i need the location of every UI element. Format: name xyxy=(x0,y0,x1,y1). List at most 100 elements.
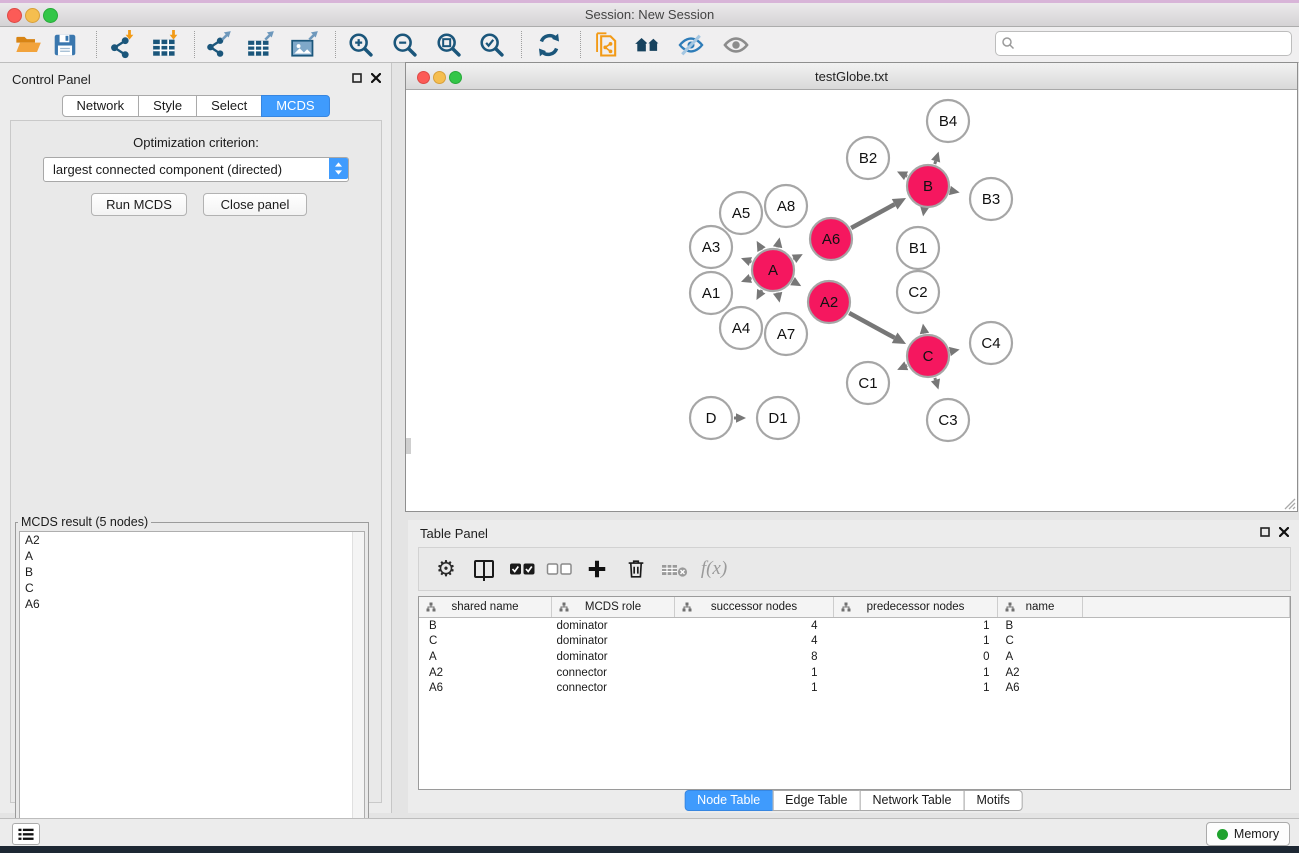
mcds-result-item[interactable]: C xyxy=(20,580,364,596)
graph-edge-A6-B[interactable] xyxy=(851,204,894,228)
save-session-icon[interactable] xyxy=(48,29,82,60)
column-type-icon xyxy=(682,602,692,612)
run-mcds-button[interactable]: Run MCDS xyxy=(91,193,187,216)
mcds-result-list[interactable]: A2ABCA6 xyxy=(19,531,365,838)
node-label-D1: D1 xyxy=(768,410,787,427)
mcds-result-item[interactable]: A2 xyxy=(20,532,364,548)
task-history-button[interactable] xyxy=(12,823,40,845)
close-panel-button[interactable]: Close panel xyxy=(203,193,307,216)
tab-style[interactable]: Style xyxy=(138,95,197,117)
mcds-result-item[interactable]: A6 xyxy=(20,596,364,612)
close-panel-icon[interactable] xyxy=(371,73,381,83)
memory-button[interactable]: Memory xyxy=(1206,822,1290,846)
zoom-in-icon[interactable] xyxy=(344,29,378,60)
tab-network[interactable]: Network xyxy=(61,95,139,117)
column-header-shared-name[interactable]: shared name xyxy=(419,597,552,618)
table-cell: dominator xyxy=(552,634,675,650)
split-view-icon[interactable] xyxy=(467,552,501,586)
table-cell-filler xyxy=(1083,680,1290,696)
tab-network-table[interactable]: Network Table xyxy=(860,790,965,811)
tab-motifs[interactable]: Motifs xyxy=(963,790,1022,811)
refresh-network-icon[interactable] xyxy=(532,29,566,60)
network-window-titlebar[interactable]: testGlobe.txt xyxy=(406,63,1297,90)
first-neighbors-icon[interactable] xyxy=(631,29,665,60)
toolbar-separator xyxy=(521,31,522,58)
tab-edge-table[interactable]: Edge Table xyxy=(772,790,860,811)
mcds-result-title: MCDS result (5 nodes) xyxy=(18,515,151,529)
column-header-filler xyxy=(1083,597,1290,618)
node-label-A3: A3 xyxy=(702,239,720,256)
graph-edge-A2-C[interactable] xyxy=(849,313,894,338)
delete-column-icon[interactable] xyxy=(619,552,653,586)
table-cell: dominator xyxy=(552,618,675,634)
create-column-icon[interactable] xyxy=(580,552,614,586)
float-panel-icon[interactable] xyxy=(352,73,362,83)
edge-arrowhead xyxy=(741,257,752,266)
column-header-MCDS-role[interactable]: MCDS role xyxy=(552,597,675,618)
search-input[interactable] xyxy=(1018,33,1287,54)
network-from-selection-icon[interactable] xyxy=(590,29,624,60)
table-settings-icon[interactable]: ⚙ xyxy=(429,552,463,586)
close-table-panel-icon[interactable] xyxy=(1279,527,1289,537)
zoom-fit-icon[interactable] xyxy=(432,29,466,60)
graph-edge-C-C3[interactable] xyxy=(935,378,936,380)
table-row[interactable]: A6connector11A6 xyxy=(419,680,1290,696)
column-header-name[interactable]: name xyxy=(998,597,1083,618)
optimization-criterion-select[interactable]: largest connected component (directed) xyxy=(43,157,349,182)
node-label-A: A xyxy=(768,262,778,279)
table-panel: Table Panel ⚙ f(x) shared nameMCDS roles… xyxy=(408,520,1299,813)
function-builder-icon[interactable]: f(x) xyxy=(697,552,731,586)
column-header-predecessor-nodes[interactable]: predecessor nodes xyxy=(834,597,998,618)
zoom-out-icon[interactable] xyxy=(388,29,422,60)
tab-mcds[interactable]: MCDS xyxy=(261,95,329,117)
graph-edge-B-B4[interactable] xyxy=(935,161,936,164)
table-cell: C xyxy=(419,634,552,650)
select-all-columns-icon[interactable] xyxy=(505,552,539,586)
memory-status-icon xyxy=(1217,829,1228,840)
table-row[interactable]: Adominator80A xyxy=(419,649,1290,665)
node-label-A8: A8 xyxy=(777,198,795,215)
network-canvas[interactable]: B4B2BB3A8A5A6A3B1AA1C2A2A4A7C4CC1DD1C3 xyxy=(406,89,1297,511)
export-table-icon[interactable] xyxy=(244,29,278,60)
delete-table-icon[interactable] xyxy=(657,552,691,586)
graph-edge-B-B2[interactable] xyxy=(906,176,907,177)
import-table-icon[interactable] xyxy=(149,29,183,60)
resize-grip-icon[interactable] xyxy=(1282,496,1296,510)
zoom-selected-icon[interactable] xyxy=(475,29,509,60)
tab-node-table[interactable]: Node Table xyxy=(684,790,773,811)
table-row[interactable]: Bdominator41B xyxy=(419,618,1290,634)
mcds-result-group: MCDS result (5 nodes) A2ABCA6 xyxy=(15,515,369,842)
table-cell: 1 xyxy=(675,680,834,696)
table-cell: 1 xyxy=(834,665,998,681)
table-cell: C xyxy=(998,634,1083,650)
search-icon xyxy=(1001,36,1015,50)
node-label-B1: B1 xyxy=(909,240,927,257)
search-field[interactable] xyxy=(995,31,1292,56)
show-all-icon[interactable] xyxy=(719,29,753,60)
float-table-panel-icon[interactable] xyxy=(1260,527,1270,537)
node-label-A2: A2 xyxy=(820,294,838,311)
select-stepper-icon xyxy=(329,158,348,179)
table-cell: 1 xyxy=(834,618,998,634)
export-network-icon[interactable] xyxy=(202,29,236,60)
mcds-result-item[interactable]: A xyxy=(20,548,364,564)
graph-edge-A-A4[interactable] xyxy=(761,290,762,291)
node-label-B2: B2 xyxy=(859,150,877,167)
deselect-all-columns-icon[interactable] xyxy=(542,552,576,586)
column-header-successor-nodes[interactable]: successor nodes xyxy=(675,597,834,618)
mcds-result-item[interactable]: B xyxy=(20,564,364,580)
app-titlebar: Session: New Session xyxy=(0,3,1299,27)
import-network-icon[interactable] xyxy=(105,29,139,60)
tab-select[interactable]: Select xyxy=(196,95,262,117)
node-label-C4: C4 xyxy=(981,335,1000,352)
table-row[interactable]: A2connector11A2 xyxy=(419,665,1290,681)
result-list-scrollbar[interactable] xyxy=(352,532,364,837)
edge-arrowhead xyxy=(773,292,782,303)
toolbar-separator xyxy=(96,31,97,58)
table-cell: 1 xyxy=(675,665,834,681)
export-image-icon[interactable] xyxy=(288,29,322,60)
table-row[interactable]: Cdominator41C xyxy=(419,634,1290,650)
edge-arrowhead xyxy=(949,186,960,195)
hide-selected-icon[interactable] xyxy=(674,29,708,60)
open-session-icon[interactable] xyxy=(11,29,45,60)
